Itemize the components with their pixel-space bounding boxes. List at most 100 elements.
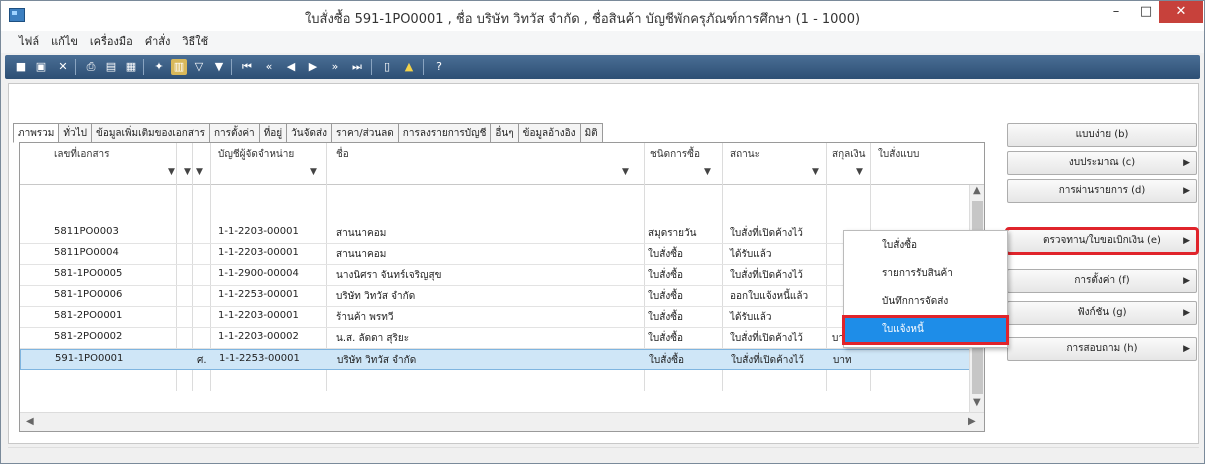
- header-status[interactable]: สถานะ: [730, 147, 760, 162]
- scroll-down-icon[interactable]: ▼: [973, 397, 981, 408]
- tab-document-details[interactable]: ข้อมูลเพิ่มเติมของเอกสาร: [91, 123, 210, 143]
- new-icon[interactable]: ■: [13, 59, 29, 75]
- posting-button[interactable]: การผ่านรายการ (d) ▶: [1007, 179, 1197, 203]
- table-row[interactable]: 5811PO0004 1-1-2203-00001 สานนาคอม ใบสั่…: [20, 244, 970, 265]
- tab-price-discount[interactable]: ราคา/ส่วนลด: [331, 123, 399, 143]
- inquiry-requisition-button-label: ตรวจทาน/ใบขอเบิกเงิน (e): [1043, 235, 1161, 246]
- header-po-type[interactable]: ใบสั่งแบบ: [878, 147, 919, 162]
- scroll-up-icon[interactable]: ▲: [973, 185, 981, 196]
- tab-address[interactable]: ที่อยู่: [259, 123, 288, 143]
- alert-icon[interactable]: ▲: [401, 59, 417, 75]
- inquiry-button-label: การสอบถาม (h): [1066, 343, 1138, 354]
- filter-active-icon[interactable]: ▥: [171, 59, 187, 75]
- prev-record-icon[interactable]: ◀: [283, 59, 299, 75]
- cell-purchase-type: ใบสั่งซื้อ: [648, 270, 684, 281]
- advanced-filter-icon[interactable]: ▽: [191, 59, 207, 75]
- header-vendor-account[interactable]: บัญชีผู้จัดจำหน่าย: [218, 147, 294, 162]
- cell-vendor-account: 1-1-2203-00002: [218, 331, 299, 342]
- filter-dropdown-icon[interactable]: ▼: [168, 167, 175, 177]
- scroll-right-icon[interactable]: ▶: [968, 416, 976, 427]
- menu-help[interactable]: วิธีใช้: [176, 31, 214, 53]
- header-currency[interactable]: สกุลเงิน: [832, 147, 865, 162]
- export-excel-icon[interactable]: ▦: [123, 59, 139, 75]
- first-record-icon[interactable]: ⏮: [239, 59, 255, 75]
- toolbar: ■ ▣ ✕ ⎙ ▤ ▦ ✦ ▥ ▽ ▼ ⏮ « ◀ ▶ » ⏭ ▯ ▲ ?: [5, 55, 1200, 79]
- inquiry-button[interactable]: การสอบถาม (h) ▶: [1007, 337, 1197, 361]
- grid-header: เลขที่เอกสาร บัญชีผู้จัดจำหน่าย ชื่อ ชนิ…: [20, 143, 984, 185]
- table-row[interactable]: 581-2PO0001 1-1-2203-00001 ร้านค้า พรทวี…: [20, 307, 970, 328]
- menu-item-purchase-order[interactable]: ใบสั่งซื้อ: [844, 233, 1007, 259]
- cell-status: ใบสั่งที่เปิดค้างไว้: [730, 228, 803, 239]
- table-row[interactable]: 581-1PO0005 1-1-2900-00004 นางนิศรา จันท…: [20, 265, 970, 286]
- last-record-icon[interactable]: ⏭: [349, 59, 365, 75]
- filter-by-selection-icon[interactable]: ✦: [151, 59, 167, 75]
- next-page-icon[interactable]: »: [327, 59, 343, 75]
- scroll-left-icon[interactable]: ◀: [26, 416, 34, 427]
- table-row[interactable]: 581-1PO0006 1-1-2253-00001 บริษัท วิทวัส…: [20, 286, 970, 307]
- menu-commands[interactable]: คำสั่ง: [139, 31, 177, 53]
- close-button[interactable]: ✕: [1159, 1, 1203, 23]
- print-icon[interactable]: ⎙: [83, 59, 99, 75]
- table-row[interactable]: 5811PO0003 1-1-2203-00001 สานนาคอม สมุดร…: [20, 223, 970, 244]
- next-record-icon[interactable]: ▶: [305, 59, 321, 75]
- window-title: ใบสั่งซื้อ 591-1PO0001 , ชื่อ บริษัท วิท…: [304, 12, 861, 27]
- header-doc-no[interactable]: เลขที่เอกสาร: [54, 147, 110, 162]
- maximize-button[interactable]: □: [1131, 1, 1161, 23]
- menu-edit[interactable]: แก้ไข: [45, 31, 84, 53]
- horizontal-scrollbar[interactable]: ◀ ▶: [20, 412, 984, 431]
- help-icon[interactable]: ?: [431, 59, 447, 75]
- tab-setup[interactable]: การตั้งค่า: [209, 123, 260, 143]
- filter-dropdown-icon[interactable]: ▼: [812, 167, 819, 177]
- tab-overview[interactable]: ภาพรวม: [13, 123, 60, 143]
- tab-delivery-date[interactable]: วันจัดส่ง: [287, 123, 332, 143]
- menu-file[interactable]: ไฟล์: [13, 31, 45, 53]
- menu-item-product-receipt[interactable]: รายการรับสินค้า: [844, 261, 1007, 287]
- tab-posting[interactable]: การลงรายการบัญชี: [398, 123, 492, 143]
- setup-button[interactable]: การตั้งค่า (f) ▶: [1007, 269, 1197, 293]
- cell-name: สานนาคอม: [336, 228, 387, 239]
- functions-button[interactable]: ฟังก์ชัน (g) ▶: [1007, 301, 1197, 325]
- inquiry-requisition-button[interactable]: ตรวจทาน/ใบขอเบิกเงิน (e) ▶: [1005, 227, 1199, 255]
- cell-name: บริษัท วิทวัส จำกัด: [337, 355, 417, 366]
- filter-dropdown-icon[interactable]: ▼: [856, 167, 863, 177]
- tab-references[interactable]: ข้อมูลอ้างอิง: [518, 123, 581, 143]
- document-handling-icon[interactable]: ▯: [379, 59, 395, 75]
- app-icon[interactable]: [9, 8, 25, 22]
- filter-dropdown-icon[interactable]: ▼: [622, 167, 629, 177]
- filter-dropdown-icon[interactable]: ▼: [196, 167, 203, 177]
- filter-dropdown-icon[interactable]: ▼: [184, 167, 191, 177]
- table-row-selected[interactable]: 591-1PO0001 ศ. 1-1-2253-00001 บริษัท วิท…: [20, 349, 970, 370]
- cell-doc-no: 581-2PO0002: [54, 331, 123, 342]
- minimize-button[interactable]: –: [1101, 1, 1131, 23]
- cell-doc-no: 581-1PO0005: [54, 268, 123, 279]
- menu-item-delivery-journal[interactable]: บันทึกการจัดส่ง: [844, 289, 1007, 315]
- header-name[interactable]: ชื่อ: [336, 147, 349, 162]
- prev-page-icon[interactable]: «: [261, 59, 277, 75]
- cell-name: ร้านค้า พรทวี: [336, 312, 394, 323]
- cell-doc-no: 581-2PO0001: [54, 310, 123, 321]
- cell-name: น.ส. ลัดดา สุริยะ: [336, 333, 410, 344]
- clear-filter-icon[interactable]: ▼: [211, 59, 227, 75]
- header-purchase-type[interactable]: ชนิดการซื้อ: [650, 147, 700, 162]
- tab-general[interactable]: ทั่วไป: [59, 123, 92, 143]
- delete-icon[interactable]: ✕: [55, 59, 71, 75]
- filter-dropdown-icon[interactable]: ▼: [310, 167, 317, 177]
- budget-button[interactable]: งบประมาณ (c) ▶: [1007, 151, 1197, 175]
- print-preview-icon[interactable]: ▤: [103, 59, 119, 75]
- tab-other[interactable]: อื่นๆ: [491, 123, 519, 143]
- submenu-arrow-icon: ▶: [1183, 158, 1190, 168]
- menu-tools[interactable]: เครื่องมือ: [84, 31, 139, 53]
- table-row[interactable]: 581-2PO0002 1-1-2203-00002 น.ส. ลัดดา สุ…: [20, 328, 970, 349]
- cell-name: สานนาคอม: [336, 249, 387, 260]
- menu-item-invoice[interactable]: ใบแจ้งหนี้: [842, 315, 1009, 345]
- cell-doc-no: 591-1PO0001: [55, 353, 124, 364]
- app-window: ใบสั่งซื้อ 591-1PO0001 , ชื่อ บริษัท วิท…: [0, 0, 1205, 464]
- cell-mark: ศ.: [197, 355, 207, 366]
- submenu-arrow-icon: ▶: [1183, 276, 1190, 286]
- simple-button[interactable]: แบบง่าย (b): [1007, 123, 1197, 147]
- cell-purchase-type: ใบสั่งซื้อ: [648, 333, 684, 344]
- tab-dimensions[interactable]: มิติ: [580, 123, 603, 143]
- filter-dropdown-icon[interactable]: ▼: [704, 167, 711, 177]
- save-icon[interactable]: ▣: [33, 59, 49, 75]
- cell-vendor-account: 1-1-2203-00001: [218, 247, 299, 258]
